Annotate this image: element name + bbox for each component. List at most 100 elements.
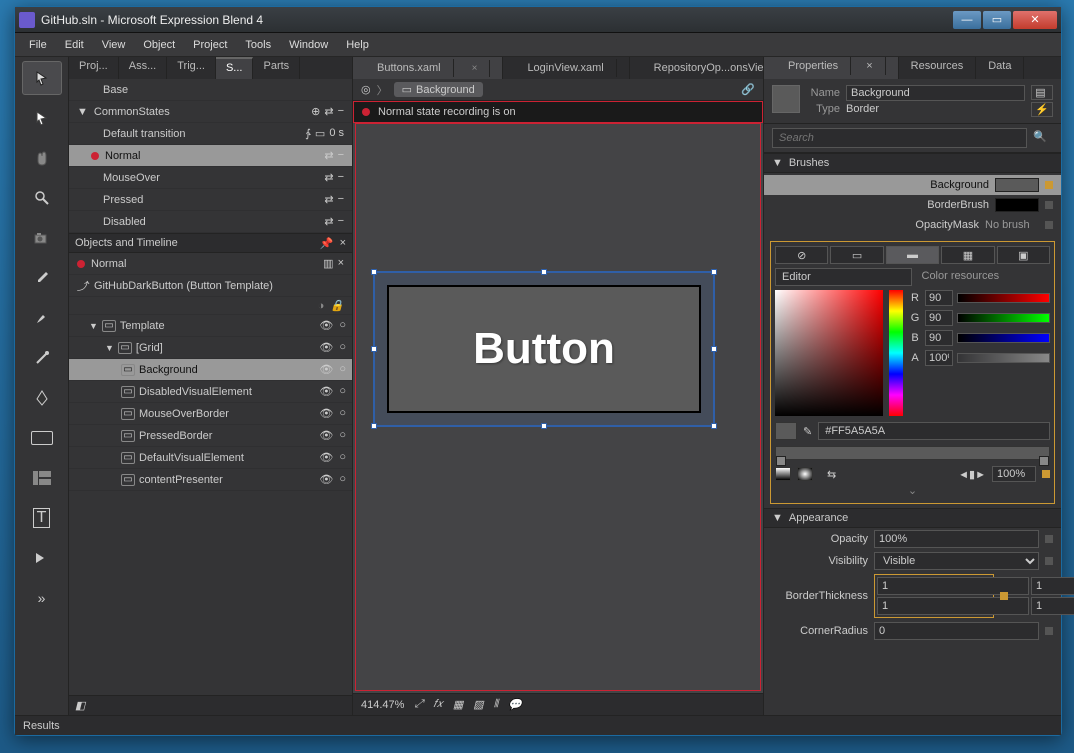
lock-dot-icon[interactable]: ○ bbox=[339, 407, 346, 420]
tab-triggers[interactable]: Trig... bbox=[167, 57, 216, 79]
editor-subtab[interactable]: Editor bbox=[775, 268, 912, 286]
state-pressed[interactable]: Pressed ⇄− bbox=[69, 189, 352, 211]
tab-projects[interactable]: Proj... bbox=[69, 57, 119, 79]
visibility-eye-icon[interactable]: 👁 bbox=[319, 429, 333, 442]
tree-node[interactable]: ▭MouseOverBorder👁○ bbox=[69, 403, 352, 425]
tree-node[interactable]: ▭contentPresenter👁○ bbox=[69, 469, 352, 491]
tab-states[interactable]: S... bbox=[216, 57, 254, 79]
state-mouseover[interactable]: MouseOver ⇄− bbox=[69, 167, 352, 189]
pan-tool[interactable] bbox=[22, 141, 62, 175]
tree-node[interactable]: ▭DefaultVisualElement👁○ bbox=[69, 447, 352, 469]
r-input[interactable] bbox=[925, 290, 953, 306]
a-input[interactable] bbox=[925, 350, 953, 366]
tree-node[interactable]: ▭Background👁○ bbox=[69, 359, 352, 381]
duration-icon[interactable]: ▭ bbox=[315, 127, 325, 140]
menu-tools[interactable]: Tools bbox=[237, 37, 279, 53]
view-by-name-icon[interactable]: ▤ bbox=[1031, 85, 1053, 100]
tab-parts[interactable]: Parts bbox=[253, 57, 300, 79]
timeline-zoom-icon[interactable]: ◧ bbox=[75, 699, 85, 712]
resource-tab[interactable]: ▣ bbox=[997, 246, 1050, 264]
results-panel-header[interactable]: Results bbox=[15, 715, 1061, 735]
menu-object[interactable]: Object bbox=[135, 37, 183, 53]
template-scope-row[interactable]: ⤴ GitHubDarkButton (Button Template) bbox=[69, 275, 352, 297]
brush-row[interactable]: Background bbox=[764, 175, 1061, 195]
lock-dot-icon[interactable]: ○ bbox=[339, 363, 346, 376]
bt-right[interactable] bbox=[1031, 577, 1074, 595]
visibility-eye-icon[interactable]: 👁 bbox=[319, 451, 333, 464]
lock-dot-icon[interactable]: ○ bbox=[339, 385, 346, 398]
add-state-icon[interactable]: ⊕ bbox=[311, 105, 320, 118]
properties-link-icon[interactable]: 🔗 bbox=[741, 83, 755, 96]
brush-tool[interactable] bbox=[22, 301, 62, 335]
scope-up-icon[interactable]: ⤴ bbox=[77, 278, 88, 294]
add-transition-icon[interactable]: ⇄ bbox=[324, 149, 333, 162]
easing-icon[interactable]: ∱ bbox=[305, 127, 311, 140]
lock-dot-icon[interactable]: ○ bbox=[339, 451, 346, 464]
zoom-level[interactable]: 414.47% bbox=[361, 699, 404, 711]
snap-lines-icon[interactable]: ⫴ bbox=[494, 698, 499, 711]
fit-icon[interactable]: ⤢ bbox=[414, 698, 423, 711]
brushes-category[interactable]: ▼Brushes bbox=[764, 153, 1061, 173]
layout-tool[interactable] bbox=[22, 461, 62, 495]
linear-gradient-icon[interactable] bbox=[775, 467, 791, 481]
pin-icon[interactable]: 📌 bbox=[320, 237, 334, 250]
zoom-tool[interactable] bbox=[22, 181, 62, 215]
advanced-marker-icon[interactable] bbox=[1045, 221, 1053, 229]
tab-resources[interactable]: Resources bbox=[899, 57, 977, 79]
state-normal[interactable]: Normal ⇄− bbox=[69, 145, 352, 167]
gradient-tool[interactable] bbox=[22, 341, 62, 375]
menu-view[interactable]: View bbox=[94, 37, 134, 53]
tree-node[interactable]: ▭PressedBorder👁○ bbox=[69, 425, 352, 447]
text-tool[interactable]: T bbox=[22, 501, 62, 535]
search-input[interactable] bbox=[772, 128, 1027, 148]
breadcrumb-item[interactable]: ▭Background bbox=[394, 82, 483, 97]
asset-tool[interactable] bbox=[22, 541, 62, 575]
scope-target-icon[interactable]: ◎ bbox=[361, 83, 371, 96]
advanced-marker-icon[interactable] bbox=[1045, 201, 1053, 209]
tree-node[interactable]: ▭DisabledVisualElement👁○ bbox=[69, 381, 352, 403]
more-tools[interactable]: » bbox=[22, 581, 62, 615]
opacity-input[interactable] bbox=[874, 530, 1039, 548]
tab-assets[interactable]: Ass... bbox=[119, 57, 168, 79]
rectangle-tool[interactable] bbox=[22, 421, 62, 455]
button-background-element[interactable]: Button bbox=[387, 285, 701, 413]
last-color-swatch[interactable] bbox=[775, 422, 797, 440]
brush-row[interactable]: BorderBrush bbox=[764, 195, 1061, 215]
g-input[interactable] bbox=[925, 310, 953, 326]
advanced-marker-icon[interactable] bbox=[1042, 470, 1050, 478]
menu-window[interactable]: Window bbox=[281, 37, 336, 53]
eyedropper-icon[interactable]: ✎ bbox=[803, 425, 812, 438]
transition-row[interactable]: Default transition ∱▭0 s bbox=[69, 123, 352, 145]
visibility-eye-icon[interactable]: 👁 bbox=[319, 363, 333, 376]
doc-tab-buttons[interactable]: Buttons.xaml× bbox=[353, 57, 503, 79]
visibility-eye-icon[interactable]: 👁 bbox=[319, 407, 333, 420]
cornerradius-input[interactable] bbox=[874, 622, 1039, 640]
advanced-marker-icon[interactable] bbox=[1000, 592, 1008, 600]
base-state-row[interactable]: Base bbox=[69, 79, 352, 101]
delete-group-icon[interactable]: − bbox=[338, 105, 344, 118]
close-panel-icon[interactable]: × bbox=[340, 237, 346, 249]
lock-dot-icon[interactable]: ○ bbox=[339, 473, 346, 486]
advanced-marker-icon[interactable] bbox=[1045, 535, 1053, 543]
show-all-icon[interactable]: ◑ bbox=[318, 300, 325, 312]
delete-state-icon[interactable]: − bbox=[338, 149, 344, 162]
visibility-eye-icon[interactable]: 👁 bbox=[319, 473, 333, 486]
tab-data[interactable]: Data bbox=[976, 57, 1024, 79]
eyedropper-tool[interactable] bbox=[22, 261, 62, 295]
resources-subtab[interactable]: Color resources bbox=[916, 268, 1051, 286]
lock-dot-icon[interactable]: ○ bbox=[339, 341, 346, 354]
hue-slider[interactable] bbox=[889, 290, 903, 416]
close-tab-icon[interactable]: × bbox=[460, 60, 491, 77]
annotations-icon[interactable]: 💬 bbox=[508, 698, 522, 711]
appearance-category[interactable]: ▼Appearance bbox=[764, 508, 1061, 528]
tile-tab[interactable]: ▦ bbox=[941, 246, 994, 264]
expand-editor-icon[interactable]: ⌄ bbox=[775, 482, 1050, 499]
lock-icon[interactable]: 🔒 bbox=[330, 299, 344, 312]
menu-edit[interactable]: Edit bbox=[57, 37, 92, 53]
brush-row[interactable]: OpacityMaskNo brush bbox=[764, 215, 1061, 235]
visibility-select[interactable]: Visible bbox=[874, 552, 1039, 570]
solid-tab[interactable]: ▭ bbox=[830, 246, 883, 264]
design-canvas[interactable]: Normal state recording is on Button bbox=[353, 101, 763, 693]
stop-selector-icon[interactable]: ◄▮► bbox=[958, 468, 986, 481]
hex-input[interactable] bbox=[818, 422, 1050, 440]
